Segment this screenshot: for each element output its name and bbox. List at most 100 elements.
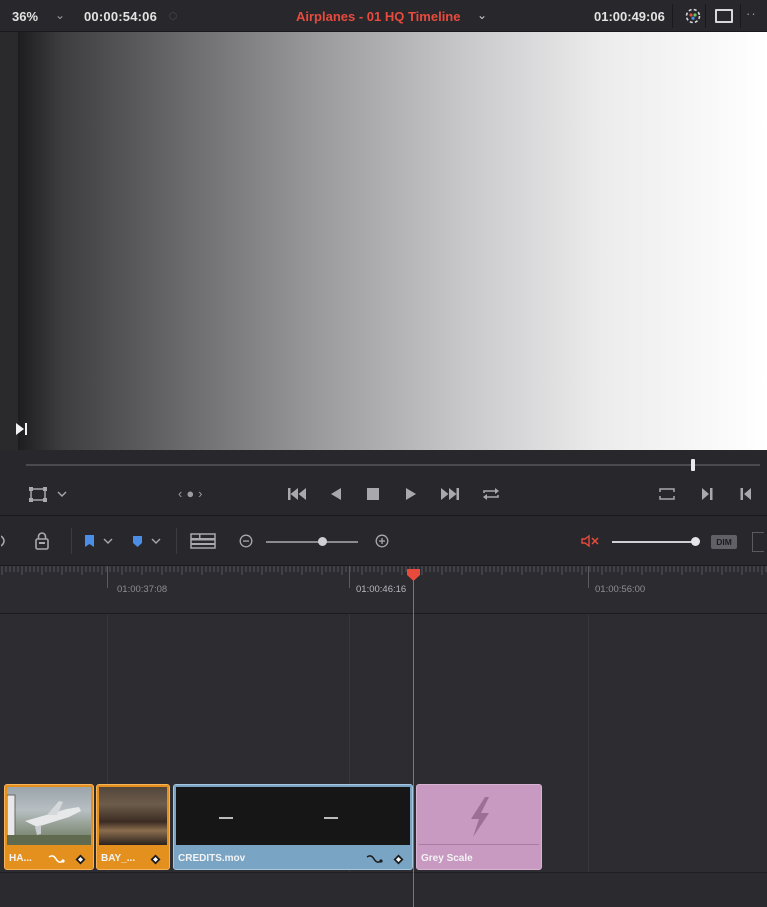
clip-label: BAY_... [101, 853, 136, 864]
zoom-level[interactable]: 36% [12, 9, 38, 24]
divider [705, 4, 706, 28]
zoom-out-icon [239, 534, 253, 548]
clip-thumbnail [6, 787, 91, 845]
ruler-ticks [1, 566, 767, 575]
lock-button[interactable] [32, 531, 52, 551]
safe-area-icon [29, 487, 67, 502]
generator-icon [471, 797, 489, 837]
play-button[interactable] [400, 484, 422, 504]
volume-slider[interactable] [612, 541, 696, 543]
loop-icon [483, 488, 499, 500]
playhead-line[interactable] [413, 576, 414, 907]
timeline-ruler[interactable]: 01:00:37:08 01:00:46:16 01:00:56:00 [0, 566, 767, 614]
timeline-view-options-icon [190, 533, 216, 549]
loop-button[interactable] [478, 484, 504, 504]
clip-label: Grey Scale [421, 853, 473, 864]
snapping-icon [1, 535, 5, 547]
airplane-icon [6, 794, 91, 845]
go-to-last-frame-button[interactable] [437, 484, 463, 504]
play-reverse-button[interactable] [325, 484, 347, 504]
timeline-clip[interactable]: BAY_... [96, 784, 170, 870]
snapping-button[interactable] [0, 531, 10, 551]
panel-edge [752, 532, 764, 552]
match-frame-icon [658, 488, 676, 500]
clip-thumbnail [419, 787, 539, 845]
timeline-clip[interactable]: HA... [4, 784, 94, 870]
go-to-first-frame-button[interactable] [284, 484, 310, 504]
timeline-clip[interactable]: CREDITS.mov [173, 784, 413, 870]
scrubber-playhead[interactable] [691, 459, 695, 471]
mark-in-button[interactable] [736, 484, 756, 504]
timeline-clip[interactable]: Grey Scale [416, 784, 542, 870]
stop-button[interactable] [362, 484, 384, 504]
clip-thumbnail [176, 787, 410, 845]
marker-button[interactable] [130, 531, 166, 551]
transport-bar: ‹●› [0, 450, 767, 516]
transition-icon [48, 853, 66, 865]
zoom-out-button[interactable] [236, 531, 256, 551]
ruler-major-tick [107, 566, 108, 588]
play-reverse-icon [331, 488, 341, 500]
track-divider [0, 872, 767, 873]
ruler-timecode: 01:00:37:08 [117, 584, 168, 595]
ruler-major-tick [349, 566, 350, 588]
jog-icon[interactable]: ‹●› [178, 486, 207, 501]
single-viewer-icon[interactable] [715, 9, 733, 23]
zoom-slider[interactable] [266, 541, 358, 543]
mark-out-icon [702, 488, 713, 500]
match-frame-button[interactable] [655, 484, 679, 504]
grid-line [588, 614, 589, 907]
transition-icon [366, 853, 384, 865]
timeline-tracks[interactable]: HA... BAY_... CREDITS.mov Grey Scale [0, 614, 767, 907]
clip-thumbnail [99, 787, 167, 845]
flag-button[interactable] [82, 531, 118, 551]
scrubber-track[interactable] [26, 464, 760, 466]
mark-out-icon [16, 423, 27, 435]
marker-icon [133, 536, 161, 547]
viewer[interactable] [0, 32, 767, 450]
mute-button[interactable] [580, 531, 602, 551]
zoom-in-button[interactable] [372, 531, 392, 551]
audio-track-area[interactable] [0, 872, 767, 907]
divider [672, 4, 673, 28]
timeline-name[interactable]: Airplanes - 01 HQ Timeline [296, 9, 460, 24]
divider [740, 4, 741, 28]
color-picker-icon[interactable] [683, 6, 703, 26]
divider [176, 528, 177, 554]
mute-icon [581, 534, 599, 548]
clip-label: HA... [9, 853, 32, 864]
playhead-icon[interactable] [406, 568, 421, 582]
timeline-toolbar: DIM [0, 516, 767, 566]
go-to-last-frame-icon [441, 488, 459, 500]
status-dot-icon [169, 12, 177, 20]
clip-label: CREDITS.mov [178, 853, 246, 864]
mark-out-button[interactable] [697, 484, 717, 504]
divider [71, 528, 72, 554]
mark-in-icon [740, 488, 751, 500]
lock-icon [35, 532, 49, 550]
ruler-timecode: 01:00:46:16 [356, 584, 407, 595]
chevron-down-icon[interactable]: ⌄ [55, 8, 65, 22]
ruler-major-tick [588, 566, 589, 588]
zoom-slider-handle[interactable] [318, 537, 327, 546]
zoom-in-icon [375, 534, 389, 548]
more-icon[interactable]: ·· [746, 6, 757, 21]
dim-button[interactable]: DIM [711, 535, 737, 549]
safe-area-button[interactable] [28, 484, 74, 504]
volume-slider-handle[interactable] [691, 537, 700, 546]
flag-icon [85, 535, 113, 547]
viewer-frame [18, 32, 767, 450]
record-timecode[interactable]: 01:00:49:06 [594, 9, 665, 24]
stop-icon [367, 488, 379, 500]
viewer-margin [0, 32, 20, 450]
play-icon [406, 488, 416, 500]
keyframe-icon [75, 853, 86, 865]
ruler-timecode: 01:00:56:00 [595, 584, 646, 595]
keyframe-icon [393, 853, 404, 865]
viewer-header: 36% ⌄ 00:00:54:06 Airplanes - 01 HQ Time… [0, 0, 767, 32]
source-timecode[interactable]: 00:00:54:06 [84, 9, 157, 24]
timeline-view-options-button[interactable] [188, 531, 218, 551]
chevron-down-icon[interactable]: ⌄ [477, 8, 487, 22]
keyframe-icon [150, 853, 161, 865]
go-to-first-frame-icon [288, 488, 306, 500]
